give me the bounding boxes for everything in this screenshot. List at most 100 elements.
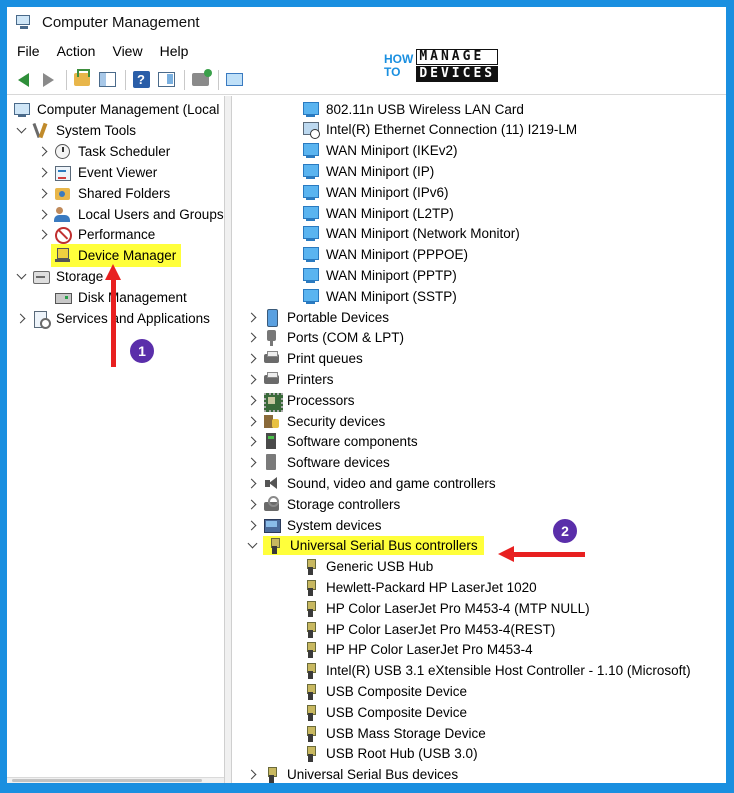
device-tree-item[interactable]: WAN Miniport (SSTP) <box>302 286 459 306</box>
chevron-right-icon[interactable] <box>246 328 258 348</box>
device-tree-item[interactable]: Portable Devices <box>246 307 391 327</box>
tree-item-storage[interactable]: Storage <box>15 266 105 286</box>
device-tree-item[interactable]: Processors <box>246 390 357 412</box>
chevron-right-icon[interactable] <box>246 390 258 410</box>
chevron-right-icon[interactable] <box>15 308 27 328</box>
chevron-down-icon[interactable] <box>246 536 258 556</box>
device-tree-item[interactable]: USB Mass Storage Device <box>302 723 488 743</box>
device-tree-item[interactable]: WAN Miniport (PPPOE) <box>302 245 470 265</box>
pane-splitter[interactable] <box>225 96 232 783</box>
device-tree-pane[interactable]: Universal Serial Bus devices USB Root Hub… <box>232 96 726 783</box>
device-tree-item-label: Software devices <box>287 455 390 471</box>
device-tree-item[interactable]: Hewlett-Packard HP LaserJet 1020 <box>302 577 539 597</box>
disk-icon <box>54 289 72 306</box>
device-tree-item[interactable]: 802.11n USB Wireless LAN Card <box>302 99 526 119</box>
device-tree-item[interactable]: WAN Miniport (IKEv2) <box>302 141 460 161</box>
device-tree-item[interactable]: Software devices <box>246 453 392 473</box>
device-tree-item[interactable]: Software components <box>246 432 420 452</box>
network-adapter-icon <box>302 142 319 159</box>
device-tree-item[interactable]: Universal Serial Bus devices <box>246 765 460 783</box>
device-tree-item[interactable]: Ports (COM & LPT) <box>246 328 406 348</box>
device-tree-item[interactable]: HP Color LaserJet Pro M453-4(REST) <box>302 619 557 639</box>
device-tree-item[interactable]: Intel(R) USB 3.1 eXtensible Host Control… <box>302 661 693 681</box>
device-tree-item[interactable]: Universal Serial Bus controllers <box>246 536 484 556</box>
device-tree-item[interactable]: Storage controllers <box>246 494 402 514</box>
device-tree-item-label: Intel(R) Ethernet Connection (11) I219-L… <box>326 122 578 138</box>
device-tree-item[interactable]: HP Color LaserJet Pro M453-4 (MTP NULL) <box>302 598 592 618</box>
chevron-right-icon[interactable] <box>246 515 258 535</box>
tree-item-label: Storage <box>56 268 104 284</box>
device-tree-item-label: Generic USB Hub <box>326 559 434 575</box>
device-tree-item[interactable]: WAN Miniport (IP) <box>302 161 436 181</box>
tree-item-system-tools[interactable]: System Tools <box>15 120 138 140</box>
update-driver-icon <box>191 69 212 86</box>
menu-action[interactable]: Action <box>57 43 96 59</box>
chevron-right-icon[interactable] <box>246 494 258 514</box>
chevron-right-icon[interactable] <box>246 432 258 452</box>
device-tree-item[interactable]: HP HP Color LaserJet Pro M453-4 <box>302 640 535 660</box>
device-tree-item[interactable]: Print queues <box>246 349 365 369</box>
software-device-icon <box>263 454 280 471</box>
device-tree-item[interactable]: Printers <box>246 369 336 389</box>
scrollbar-thumb[interactable] <box>12 779 202 782</box>
usb-icon <box>302 641 319 659</box>
device-tree-item-label: Hewlett-Packard HP LaserJet 1020 <box>326 579 537 595</box>
tree-item-computer-management[interactable]: Computer Management (Local <box>13 99 221 119</box>
tree-item-disk-management[interactable]: Disk Management <box>54 287 189 307</box>
chevron-right-icon[interactable] <box>246 453 258 473</box>
forward-button[interactable] <box>37 69 59 91</box>
device-tree-item[interactable]: Security devices <box>246 411 387 431</box>
update-driver-button[interactable] <box>189 69 212 91</box>
chevron-right-icon[interactable] <box>37 224 49 244</box>
device-tree-item-label: Intel(R) USB 3.1 eXtensible Host Control… <box>326 663 691 679</box>
device-tree-item[interactable]: System devices <box>246 515 384 535</box>
tree-item-event-viewer[interactable]: Event Viewer <box>37 162 159 182</box>
device-manager-icon <box>54 247 71 264</box>
tree-item-shared-folders[interactable]: Shared Folders <box>37 183 172 203</box>
device-tree-item[interactable]: WAN Miniport (IPv6) <box>302 182 451 202</box>
chevron-down-icon[interactable] <box>15 120 27 140</box>
device-tree-item[interactable]: USB Root Hub (USB 3.0) <box>302 744 480 764</box>
annotation-step-2-badge: 2 <box>551 517 579 545</box>
chevron-right-icon[interactable] <box>246 765 258 783</box>
device-tree-item[interactable]: USB Composite Device <box>302 702 469 722</box>
menu-file[interactable]: File <box>17 43 40 59</box>
properties-button[interactable] <box>155 69 177 91</box>
chevron-right-icon[interactable] <box>37 204 49 224</box>
device-tree-item[interactable]: WAN Miniport (Network Monitor) <box>302 224 522 244</box>
back-button[interactable] <box>12 69 34 91</box>
up-one-level-button[interactable] <box>71 69 93 91</box>
console-tree-pane[interactable]: Computer Management (Local System Tools … <box>7 96 225 783</box>
chevron-right-icon[interactable] <box>246 473 258 493</box>
device-tree-item-label: WAN Miniport (L2TP) <box>326 205 454 221</box>
chevron-right-icon[interactable] <box>37 183 49 203</box>
left-pane-horizontal-scrollbar[interactable] <box>7 777 224 783</box>
title-bar: Computer Management <box>7 7 726 37</box>
chevron-right-icon[interactable] <box>246 307 258 327</box>
device-tree-item[interactable]: Sound, video and game controllers <box>246 473 498 493</box>
menu-view[interactable]: View <box>112 43 142 59</box>
chevron-right-icon[interactable] <box>37 162 49 182</box>
chevron-down-icon[interactable] <box>15 266 27 286</box>
device-tree-item-label: USB Composite Device <box>326 683 468 699</box>
menu-help[interactable]: Help <box>160 43 189 59</box>
help-button[interactable]: ? <box>130 69 152 91</box>
print-queue-icon <box>263 350 280 367</box>
device-tree-item[interactable]: Intel(R) Ethernet Connection (11) I219-L… <box>302 120 579 140</box>
tree-item-task-scheduler[interactable]: Task Scheduler <box>37 141 172 161</box>
show-hide-console-tree-button[interactable] <box>96 69 118 91</box>
device-tree-item[interactable]: Generic USB Hub <box>302 557 435 577</box>
chevron-right-icon[interactable] <box>37 141 49 161</box>
back-arrow-icon <box>17 72 29 87</box>
device-tree-item[interactable]: WAN Miniport (L2TP) <box>302 203 456 223</box>
chevron-right-icon[interactable] <box>246 411 258 431</box>
tree-item-local-users-and-groups[interactable]: Local Users and Groups <box>37 204 226 224</box>
tree-item-label: Task Scheduler <box>78 143 171 159</box>
scan-hardware-button[interactable] <box>223 69 245 91</box>
toolbar-separator <box>218 69 219 90</box>
device-tree-item[interactable]: WAN Miniport (PPTP) <box>302 265 459 285</box>
chevron-right-icon[interactable] <box>246 349 258 369</box>
chevron-right-icon[interactable] <box>246 369 258 389</box>
device-tree-item[interactable]: USB Composite Device <box>302 681 469 701</box>
tree-item-performance[interactable]: Performance <box>37 224 157 244</box>
